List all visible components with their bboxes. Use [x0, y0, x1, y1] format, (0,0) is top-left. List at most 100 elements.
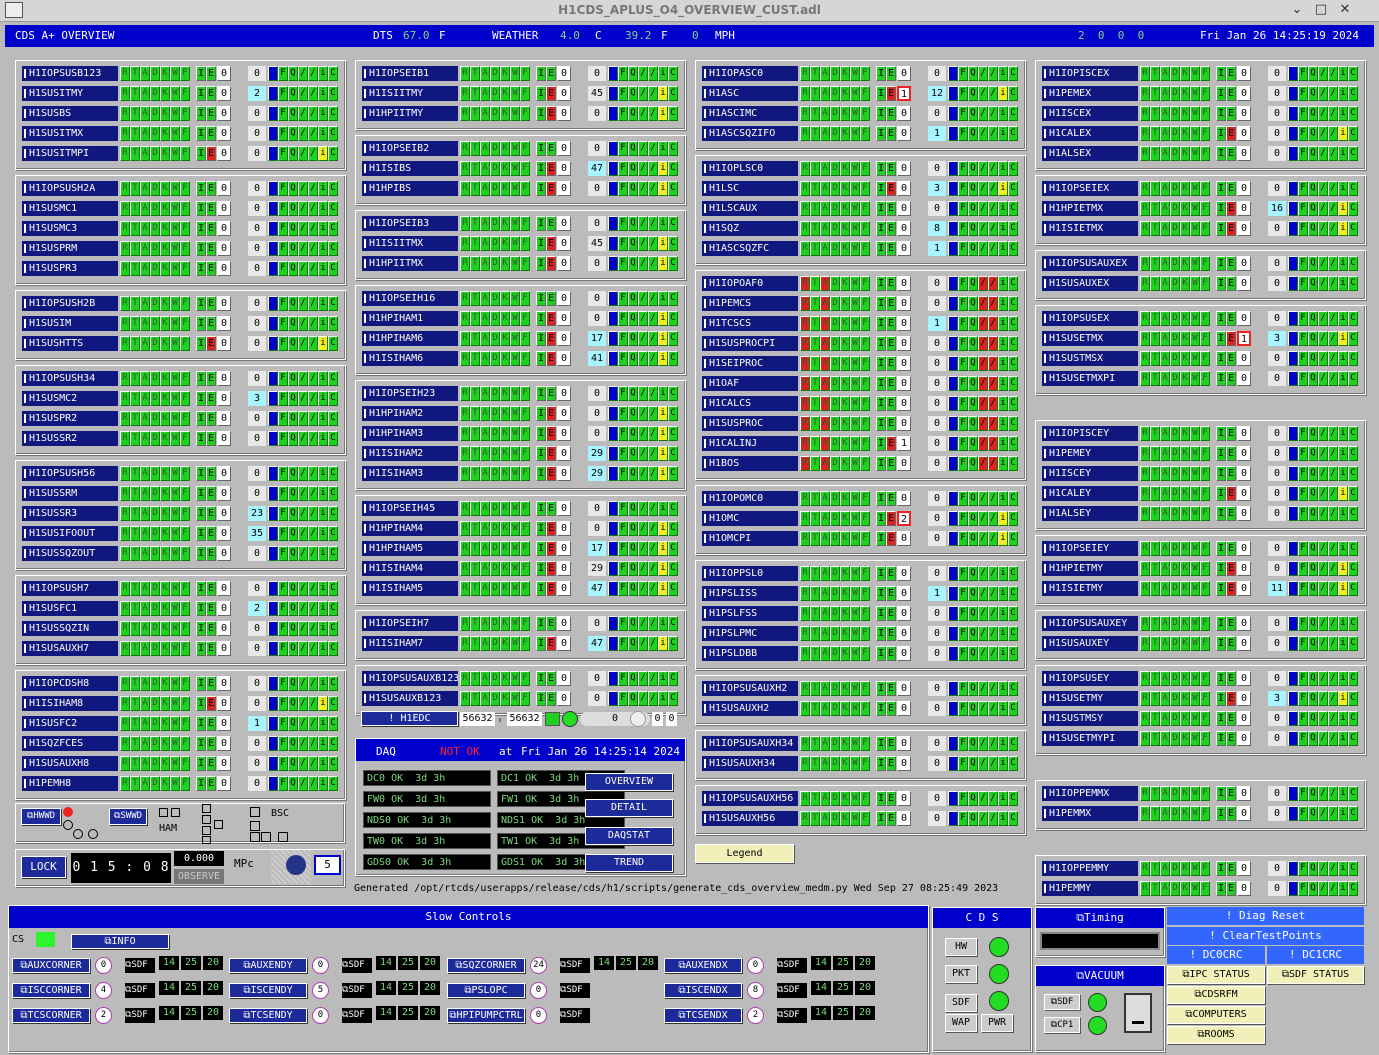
model-name-button[interactable]: H1IOPCDSH8	[22, 676, 118, 691]
model-name-button[interactable]: H1ALSEY	[1042, 506, 1138, 521]
model-name-button[interactable]: H1SQZFCES	[22, 736, 118, 751]
model-name-button[interactable]: H1BOS	[702, 456, 798, 471]
model-name-button[interactable]: H1SUSSQZIN	[22, 621, 118, 636]
model-name-button[interactable]: H1ASC	[702, 86, 798, 101]
model-name-button[interactable]: H1ISIETMY	[1042, 581, 1138, 596]
model-name-button[interactable]: H1ISIITMY	[362, 86, 458, 101]
model-name-button[interactable]: H1SUSETMYPI	[1042, 731, 1138, 746]
ipc-status-button[interactable]: ⧉IPC STATUS	[1167, 966, 1265, 984]
model-name-button[interactable]: H1IOPSUSAUXEX	[1042, 256, 1138, 271]
rooms-button[interactable]: ⧉ROOMS	[1167, 1026, 1265, 1044]
model-name-button[interactable]: H1SUSAUXH34	[702, 756, 798, 771]
model-name-button[interactable]: H1IOPSEIB1	[362, 66, 458, 81]
model-name-button[interactable]: H1SUSITMPI	[22, 146, 118, 161]
slow-control-button[interactable]: ⧉TCSENDY	[229, 1008, 307, 1023]
model-name-button[interactable]: H1IOPSUSH56	[22, 466, 118, 481]
model-name-button[interactable]: H1IOPSEIB3	[362, 216, 458, 231]
model-name-button[interactable]: H1SUSTMSY	[1042, 711, 1138, 726]
model-name-button[interactable]: H1IOPSUSEY	[1042, 671, 1138, 686]
model-name-button[interactable]: H1ISIHAM5	[362, 581, 458, 596]
model-name-button[interactable]: H1SUSIM	[22, 316, 118, 331]
sdf-button[interactable]: ⧉SDF	[125, 983, 155, 998]
model-name-button[interactable]: H1PEMEX	[1042, 86, 1138, 101]
model-name-button[interactable]: H1ASCSQZFC	[702, 241, 798, 256]
model-name-button[interactable]: H1HPIHAM6	[362, 331, 458, 346]
sdf-button[interactable]: ⧉SDF	[560, 958, 590, 973]
sdf-button[interactable]: ⧉SDF	[342, 1008, 372, 1023]
model-name-button[interactable]: H1SUSBS	[22, 106, 118, 121]
model-name-button[interactable]: H1CALEX	[1042, 126, 1138, 141]
model-name-button[interactable]: H1SUSAUXB123	[362, 691, 458, 706]
model-name-button[interactable]: H1SUSMC3	[22, 221, 118, 236]
model-name-button[interactable]: H1IOPSEIEY	[1042, 541, 1138, 556]
slow-control-button[interactable]: ⧉TCSCORNER	[12, 1008, 90, 1023]
model-name-button[interactable]: H1LSC	[702, 181, 798, 196]
slow-control-button[interactable]: ⧉ISCENDY	[229, 983, 307, 998]
sdf-button[interactable]: ⧉SDF	[777, 983, 807, 998]
model-name-button[interactable]: H1ISIHAM2	[362, 446, 458, 461]
model-name-button[interactable]: H1CALINJ	[702, 436, 798, 451]
model-name-button[interactable]: H1PEMCS	[702, 296, 798, 311]
model-name-button[interactable]: H1HPIHAM3	[362, 426, 458, 441]
model-name-button[interactable]: H1IOPSUSAUXB123	[362, 671, 458, 686]
sdf-button[interactable]: ⧉SDF	[560, 983, 590, 998]
model-name-button[interactable]: H1SUSETMY	[1042, 691, 1138, 706]
model-name-button[interactable]: H1PSLDBB	[702, 646, 798, 661]
cds-pkt-button[interactable]: PKT	[945, 965, 977, 983]
model-name-button[interactable]: H1PSLISS	[702, 586, 798, 601]
swwd-button[interactable]: ⧉SWWD	[109, 808, 147, 825]
vacuum-button[interactable]: ⧉VACUUM	[1036, 966, 1164, 986]
model-name-button[interactable]: H1ALSEX	[1042, 146, 1138, 161]
sdf-button[interactable]: ⧉SDF	[342, 983, 372, 998]
model-name-button[interactable]: H1PEMEY	[1042, 446, 1138, 461]
model-name-button[interactable]: H1IOPSEIEX	[1042, 181, 1138, 196]
model-name-button[interactable]: H1IOPSUSAUXH2	[702, 681, 798, 696]
hwwd-button[interactable]: ⧉HWWD	[21, 808, 61, 825]
model-name-button[interactable]: H1SUSAUXH2	[702, 701, 798, 716]
model-name-button[interactable]: H1SUSITMY	[22, 86, 118, 101]
model-name-button[interactable]: H1HPIETMY	[1042, 561, 1138, 576]
model-name-button[interactable]: H1TCSCS	[702, 316, 798, 331]
model-name-button[interactable]: H1CALEY	[1042, 486, 1138, 501]
model-name-button[interactable]: H1IOPSEIH23	[362, 386, 458, 401]
model-name-button[interactable]: H1IOPPSL0	[702, 566, 798, 581]
model-name-button[interactable]: H1IOPLSC0	[702, 161, 798, 176]
sdf-button[interactable]: ⧉SDF	[342, 958, 372, 973]
model-name-button[interactable]: H1IOPSUSB123	[22, 66, 118, 81]
model-name-button[interactable]: H1SUSSRM	[22, 486, 118, 501]
model-name-button[interactable]: H1CALCS	[702, 396, 798, 411]
model-name-button[interactable]: H1SUSAUXH56	[702, 811, 798, 826]
model-name-button[interactable]: H1SUSETMXPI	[1042, 371, 1138, 386]
model-name-button[interactable]: H1SUSAUXEY	[1042, 636, 1138, 651]
minimize-icon[interactable]: ⌄	[1287, 2, 1307, 17]
model-name-button[interactable]: H1SUSMC2	[22, 391, 118, 406]
model-name-button[interactable]: H1HPIHAM5	[362, 541, 458, 556]
model-name-button[interactable]: H1SUSPROCPI	[702, 336, 798, 351]
model-name-button[interactable]: H1HPIETMX	[1042, 201, 1138, 216]
dc0crc-button[interactable]: ! DC0CRC	[1167, 946, 1265, 964]
model-name-button[interactable]: H1SUSAUXH7	[22, 641, 118, 656]
model-name-button[interactable]: H1IOPSEIH16	[362, 291, 458, 306]
model-name-button[interactable]: H1ASCSQZIFO	[702, 126, 798, 141]
model-name-button[interactable]: H1PEMMY	[1042, 881, 1138, 896]
model-name-button[interactable]: H1SUSSQZOUT	[22, 546, 118, 561]
model-name-button[interactable]: H1IOPSUSH2B	[22, 296, 118, 311]
model-name-button[interactable]: H1SUSAUXEX	[1042, 276, 1138, 291]
model-name-button[interactable]: H1SUSPROC	[702, 416, 798, 431]
model-name-button[interactable]: H1PSLFSS	[702, 606, 798, 621]
slow-control-button[interactable]: ⧉HPIPUMPCTRL	[447, 1008, 525, 1023]
model-name-button[interactable]: H1ISIHAM8	[22, 696, 118, 711]
model-name-button[interactable]: H1OMCPI	[702, 531, 798, 546]
model-name-button[interactable]: H1OAF	[702, 376, 798, 391]
sdf-button[interactable]: ⧉SDF	[777, 958, 807, 973]
daq-overview-button[interactable]: OVERVIEW	[585, 773, 673, 791]
model-name-button[interactable]: H1ASCIMC	[702, 106, 798, 121]
slow-control-button[interactable]: ⧉TCSENDX	[664, 1008, 742, 1023]
maximize-icon[interactable]: □	[1311, 2, 1331, 17]
slow-control-button[interactable]: ⧉PSLOPC	[447, 983, 525, 998]
model-name-button[interactable]: H1IOPSUSAUXEY	[1042, 616, 1138, 631]
model-name-button[interactable]: H1IOPOMC0	[702, 491, 798, 506]
model-name-button[interactable]: H1SQZ	[702, 221, 798, 236]
model-name-button[interactable]: H1IOPSUSEX	[1042, 311, 1138, 326]
model-name-button[interactable]: H1IOPSEIH7	[362, 616, 458, 631]
